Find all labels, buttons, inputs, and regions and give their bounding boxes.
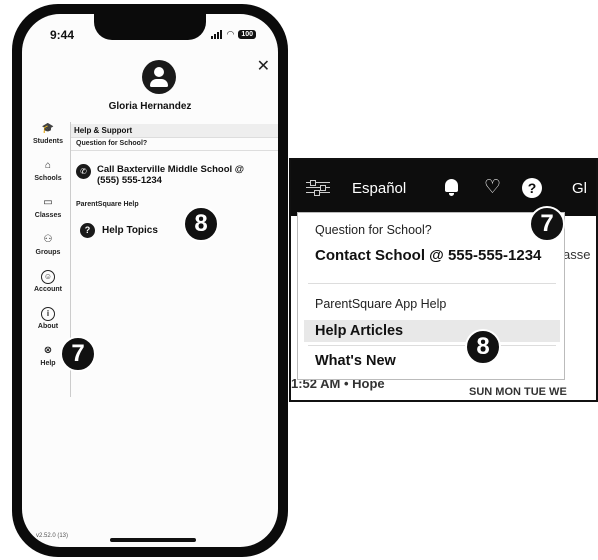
classes-icon: ▭ xyxy=(43,197,53,208)
close-icon[interactable]: ✕ xyxy=(257,56,270,76)
school-icon: ⌂ xyxy=(44,160,52,171)
divider xyxy=(308,345,556,346)
settings-sliders-icon[interactable] xyxy=(306,178,330,197)
heart-icon[interactable]: ♡ xyxy=(484,176,501,199)
signal-icon xyxy=(211,30,223,39)
call-school-button[interactable]: ✆ Call Baxterville Middle School @ (555)… xyxy=(76,164,247,186)
whats-new-link[interactable]: What's New xyxy=(315,353,396,369)
divider xyxy=(71,137,278,138)
sidebar-item-label: Groups xyxy=(35,249,61,256)
status-time: 9:44 xyxy=(50,28,75,42)
help-topics-label: Help Topics xyxy=(102,225,158,236)
question-label: Question for School? xyxy=(76,140,148,147)
account-icon: ☺ xyxy=(41,270,55,284)
sidebar-item-label: Schools xyxy=(34,175,62,182)
graduation-cap-icon: 🎓 xyxy=(41,123,55,134)
language-toggle[interactable]: Español xyxy=(352,180,406,197)
help-support-header: Help & Support xyxy=(71,124,278,137)
wifi-icon: ◠ xyxy=(226,29,235,39)
sidebar-item-groups[interactable]: ⚇ Groups xyxy=(28,233,68,270)
web-screenshot: Español ♡ ? Gl asse 1:52 AM • Hope SUN M… xyxy=(289,158,598,402)
sidebar-item-label: Account xyxy=(34,286,62,293)
callout-7-phone: 7 xyxy=(60,336,96,372)
divider xyxy=(308,283,556,284)
help-articles-link[interactable]: Help Articles xyxy=(315,323,403,339)
phone-frame: 9:44 ◠ 100 ✕ Gloria Hernandez 🎓 Students… xyxy=(12,4,288,557)
app-version: v2.52.0 (13) xyxy=(36,533,69,539)
app-help-label: ParentSquare Help xyxy=(76,201,139,208)
battery-icon: 100 xyxy=(238,30,256,39)
callout-8-phone: 8 xyxy=(183,206,219,242)
phone-notch xyxy=(94,14,206,40)
help-question-icon[interactable]: ? xyxy=(522,178,542,198)
callout-8-web: 8 xyxy=(465,329,501,365)
help-dropdown-menu: Question for School? Contact School @ 55… xyxy=(297,212,565,380)
divider xyxy=(71,150,278,151)
calendar-days: SUN MON TUE WE xyxy=(469,386,567,398)
help-topics-button[interactable]: ? Help Topics xyxy=(80,223,158,238)
side-nav: 🎓 Students ⌂ Schools ▭ Classes ⚇ Groups … xyxy=(28,122,68,381)
sidebar-item-label: About xyxy=(37,323,59,330)
question-icon: ? xyxy=(80,223,95,238)
sidebar-item-label: Students xyxy=(33,138,63,145)
contact-school-link[interactable]: Contact School @ 555-555-1234 xyxy=(315,247,541,264)
user-name: Gloria Hernandez xyxy=(108,101,192,112)
call-school-label: Call Baxterville Middle School @ (555) 5… xyxy=(97,164,245,186)
callout-7-web: 7 xyxy=(529,206,565,242)
sidebar-item-students[interactable]: 🎓 Students xyxy=(28,122,68,159)
sidebar-item-label: Help xyxy=(40,360,56,367)
sidebar-item-about[interactable]: i About xyxy=(28,307,68,344)
question-label: Question for School? xyxy=(315,223,432,237)
background-text: asse xyxy=(563,247,591,262)
lifebuoy-icon: ⊗ xyxy=(43,345,53,356)
info-icon: i xyxy=(41,307,55,321)
sidebar-item-classes[interactable]: ▭ Classes xyxy=(28,196,68,233)
sidebar-item-schools[interactable]: ⌂ Schools xyxy=(28,159,68,196)
user-menu-truncated[interactable]: Gl xyxy=(572,180,587,197)
sidebar-item-label: Classes xyxy=(34,212,62,219)
app-help-label: ParentSquare App Help xyxy=(315,297,447,311)
home-indicator xyxy=(110,538,196,542)
sidebar-item-account[interactable]: ☺ Account xyxy=(28,270,68,307)
avatar[interactable] xyxy=(142,60,176,94)
status-icons: ◠ 100 xyxy=(211,29,256,40)
bell-icon[interactable] xyxy=(444,179,459,196)
groups-icon: ⚇ xyxy=(43,234,53,245)
phone-icon: ✆ xyxy=(76,164,91,179)
phone-screen: 9:44 ◠ 100 ✕ Gloria Hernandez 🎓 Students… xyxy=(22,14,278,547)
